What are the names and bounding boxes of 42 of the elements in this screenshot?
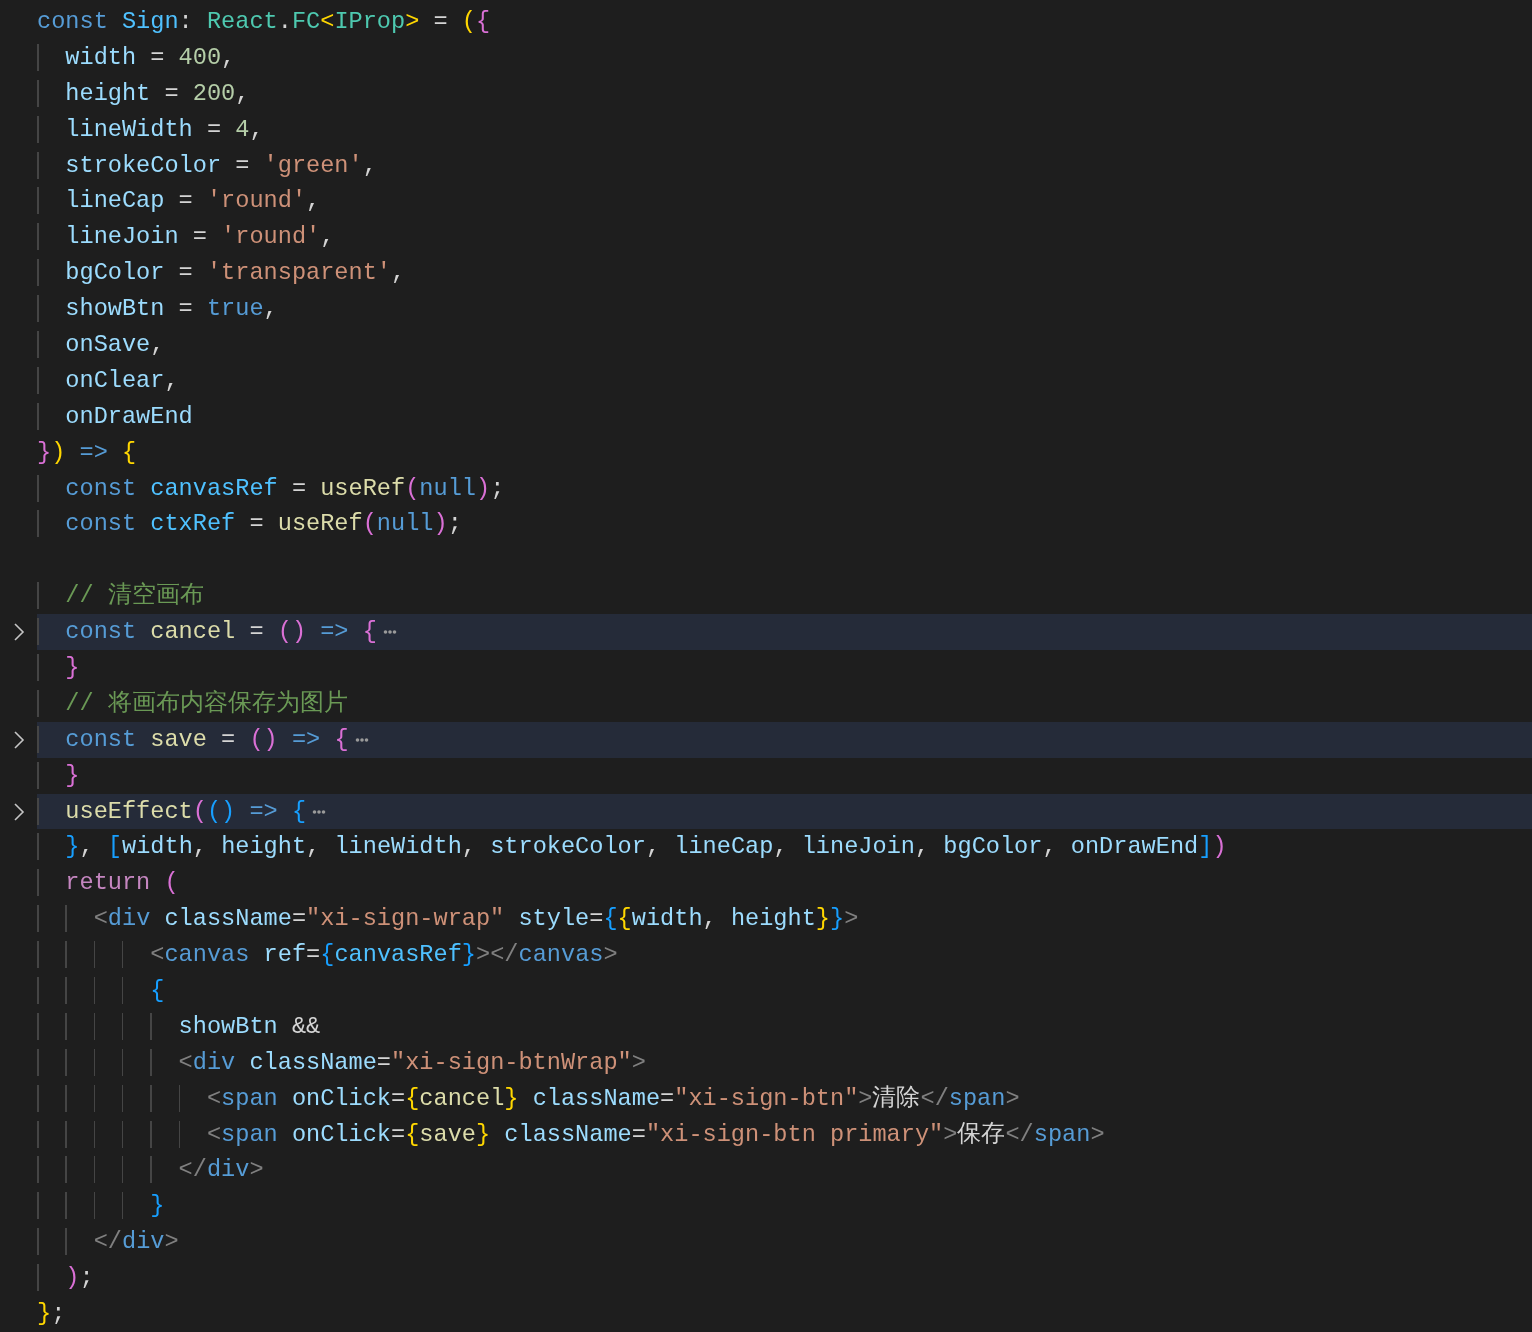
ellipsis-icon[interactable] xyxy=(312,808,327,815)
ellipsis-icon[interactable] xyxy=(382,629,397,636)
code-line: <span onClick={cancel} className="xi-sign-btn">清除</span> xyxy=(37,1083,1020,1114)
code-line: lineWidth = 4, xyxy=(37,114,264,145)
code-line: { xyxy=(37,976,165,1006)
code-line: onClear, xyxy=(37,365,179,396)
code-line: const cancel = () => { xyxy=(37,617,377,648)
code-line: <span onClick={save} className="xi-sign-btn primary">保存</span> xyxy=(37,1119,1105,1150)
code-line: onSave, xyxy=(37,329,165,360)
code-line: <div className="xi-sign-wrap" style={{width, height}}> xyxy=(37,904,859,935)
code-line: showBtn && xyxy=(37,1011,321,1042)
fold-chevron-icon[interactable] xyxy=(12,622,25,643)
code-line: onDrawEnd xyxy=(37,401,193,432)
code-line: ); xyxy=(37,1263,94,1294)
code-line: strokeColor = 'green', xyxy=(37,150,377,181)
code-comment: // 清空画布 xyxy=(37,581,204,612)
code-line: } xyxy=(37,760,80,791)
code-line: }, [width, height, lineWidth, strokeColor, lineCap, lineJoin, bgColor, onDrawEnd]) xyxy=(37,832,1227,863)
code-comment: // 将画布内容保存为图片 xyxy=(37,688,348,719)
code-line: <div className="xi-sign-btnWrap"> xyxy=(37,1047,646,1078)
code-line: }; xyxy=(37,1299,66,1329)
code-line: bgColor = 'transparent', xyxy=(37,258,406,289)
code-line: const ctxRef = useRef(null); xyxy=(37,509,462,540)
fold-chevron-icon[interactable] xyxy=(12,801,25,822)
code-line: const canvasRef = useRef(null); xyxy=(37,473,505,504)
code-line: showBtn = true, xyxy=(37,294,278,325)
code-line: }) => { xyxy=(37,437,137,468)
code-line: <canvas ref={canvasRef}></canvas> xyxy=(37,940,618,971)
code-line: width = 400, xyxy=(37,42,236,73)
code-line: </div> xyxy=(37,1227,179,1258)
code-line: lineJoin = 'round', xyxy=(37,222,335,253)
code-line: height = 200, xyxy=(37,78,250,109)
code-line: </div> xyxy=(37,1155,264,1186)
code-line: } xyxy=(37,1191,165,1222)
fold-chevron-icon[interactable] xyxy=(12,729,25,750)
code-line: const Sign: React.FC<IProp> = ({ xyxy=(37,6,491,37)
code-line: useEffect(() => { xyxy=(37,796,307,827)
code-line: lineCap = 'round', xyxy=(37,186,321,217)
code-line: const save = () => { xyxy=(37,724,349,755)
ellipsis-icon[interactable] xyxy=(354,736,369,743)
code-line: return ( xyxy=(37,868,179,899)
code-line: } xyxy=(37,652,80,683)
